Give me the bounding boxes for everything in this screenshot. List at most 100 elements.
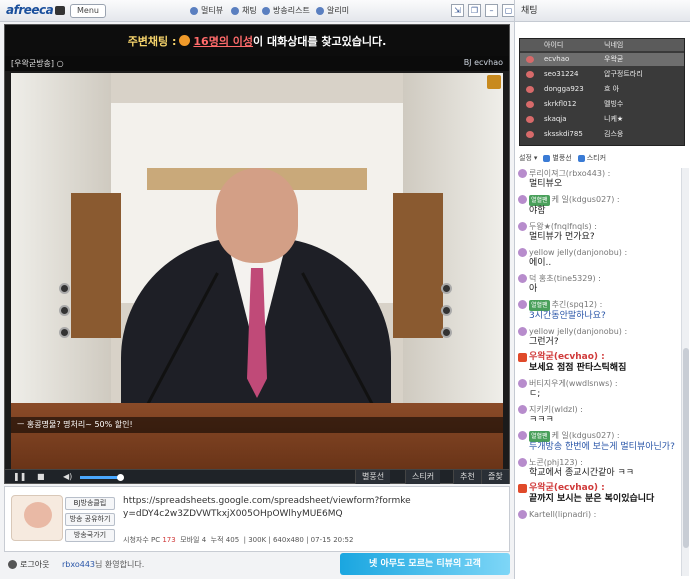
window-controls: ⇲ ❐ – ▢ <box>451 4 515 17</box>
user-list-row[interactable]: seo31224 압구정트라리 <box>520 68 684 81</box>
pin-icon[interactable]: ⇲ <box>451 4 464 17</box>
chat-text: 야함 <box>529 206 546 216</box>
balloon-icon <box>543 154 551 162</box>
chat-text: ㅋㅋㅋ <box>529 415 554 425</box>
chat-text: 에이.. <box>529 258 552 268</box>
chat-message: 열혈팬 케 일(kdgus027) : 두개방송 한번에 보는게 멀티뷰아닌가? <box>517 430 681 453</box>
nav-alarm[interactable]: 알리미 <box>316 5 349 16</box>
broadcast-stats: 시청자수 PC 173 모바일 4 누적 405 | 300K | 640x48… <box>123 536 354 544</box>
chat-text: 그런거? <box>529 337 559 347</box>
user-grade-icon <box>518 484 527 493</box>
user-icon <box>526 86 534 93</box>
multiview-icon <box>190 6 198 15</box>
chat-sender[interactable]: yellow jelly(danjonobu) : <box>529 326 681 337</box>
user-list-row[interactable]: sksskdi785 김스웅 <box>520 128 684 141</box>
chat-scrollbar[interactable] <box>681 168 689 576</box>
chat-text: 3시간동안말하나요? <box>529 311 606 321</box>
minimize-icon[interactable]: – <box>485 4 498 17</box>
pause-icon[interactable]: ❚❚ <box>13 471 26 483</box>
lock-icon[interactable] <box>487 75 501 89</box>
user-grade-icon <box>518 379 527 388</box>
nearby-chat-ticker[interactable]: 주변채팅 : 16명의 이성 이 대화상대를 찾고있습니다. <box>5 25 509 56</box>
user-grade-icon <box>518 300 527 309</box>
chat-message: Kartell(lipnadri) : <box>517 509 681 520</box>
speaker-dial <box>441 283 452 294</box>
user-grade-icon <box>518 195 527 204</box>
chat-settings-button[interactable]: 설정 ▾ <box>519 153 537 163</box>
user-icon <box>526 101 534 108</box>
chat-sender[interactable]: 루리이져그(rbxo443) : <box>529 168 681 179</box>
restore-icon[interactable]: ❐ <box>468 4 481 17</box>
chat-sender[interactable]: 열혈팬 케 일(kdgus027) : <box>529 430 681 442</box>
chat-sender[interactable]: 노콘(phj123) : <box>529 457 681 468</box>
alarm-icon <box>316 6 324 15</box>
chat-star-balloon-button[interactable]: 별풍선 <box>543 153 572 163</box>
chat-text: 끝까지 보시는 분은 복이있습니다 <box>529 494 655 504</box>
chat-message: 덕 홍초(tine5329) :아 <box>517 273 681 295</box>
chat-sender[interactable]: Kartell(lipnadri) : <box>529 509 681 520</box>
avatar-face <box>24 502 52 528</box>
chat-sender[interactable]: 우왁굳(ecvhao) : <box>529 483 681 494</box>
user-id: ecvhao <box>544 55 570 63</box>
chat-user-list[interactable]: 아이디 닉네임 ecvhao 우왁굳 seo31224 압구정트라리 dongga923… <box>519 38 685 146</box>
bj-avatar[interactable] <box>11 495 63 541</box>
stop-icon[interactable]: ■ <box>37 471 45 483</box>
menu-button[interactable]: Menu <box>70 4 106 18</box>
chat-message: 열혈팬 케 일(kdgus027) : 야함 <box>517 194 681 217</box>
go-station-button[interactable]: 방송국가기 <box>65 529 115 542</box>
chat-message: 루리이져그(rbxo443) : 멀티뷰오 <box>517 168 681 190</box>
chat-sender[interactable]: 버티지우게(wwdlsnws) : <box>529 378 681 389</box>
user-list-row[interactable]: dongga923 흐 아 <box>520 83 684 96</box>
user-list-row[interactable]: skrkfl012 멜빙수 <box>520 98 684 111</box>
bj-clip-button[interactable]: BJ방송클립 <box>65 497 115 510</box>
volume-slider[interactable] <box>80 474 124 481</box>
broadcast-title: [우왁굳방송] ○ <box>11 59 64 68</box>
user-icon <box>526 116 534 123</box>
chat-sender[interactable]: 지키키(wldzl) : <box>529 404 681 415</box>
chat-icon <box>231 6 239 15</box>
app-logo[interactable]: afreeca <box>6 3 66 17</box>
chat-sender[interactable]: 열혈팬 케 일(kdgus027) : <box>529 194 681 206</box>
chat-sender[interactable]: 두왕★(fnqlfnqls) : <box>529 221 681 232</box>
broadcast-url[interactable]: https://spreadsheets.google.com/spreadsh… <box>123 495 413 521</box>
chat-sender[interactable]: yellow jelly(danjonobu) : <box>529 247 681 258</box>
recommend-button[interactable]: 추천 <box>453 470 481 484</box>
volume-icon[interactable]: ◀) <box>63 471 72 483</box>
chat-log[interactable]: 루리이져그(rbxo443) : 멀티뷰오 열혈팬 케 일(kdgus027) : 야함… <box>517 168 681 576</box>
nav-broadcast-list[interactable]: 방송리스트 <box>262 5 310 16</box>
user-list-row[interactable]: skaqja 니케★ <box>520 113 684 126</box>
nav-multiview[interactable]: 멀티뷰 <box>190 5 223 16</box>
chat-panel: 채팅 아이디 닉네임 ecvhao 우왁굳 seo31224 압구정트라리 dongga… <box>514 0 690 579</box>
volume-knob[interactable] <box>116 474 124 481</box>
user-id: seo31224 <box>544 70 579 78</box>
chat-sender[interactable]: 열혈팬 추긴(spq12) : <box>529 299 681 311</box>
star-balloon-button[interactable]: 별풍선 <box>355 470 391 484</box>
logout-button[interactable]: 로그아웃 <box>8 559 49 570</box>
speaker-dial <box>59 327 70 338</box>
scrollbar-thumb[interactable] <box>683 348 689 548</box>
user-nick: 우왁굳 <box>604 55 624 63</box>
power-icon <box>8 560 17 569</box>
user-list-row[interactable]: ecvhao 우왁굳 <box>520 53 684 66</box>
nav-chat[interactable]: 채팅 <box>231 5 257 16</box>
list-icon <box>262 6 270 15</box>
sticker-icon <box>577 154 585 162</box>
video-frame[interactable] <box>11 73 503 469</box>
ad-banner[interactable]: 넷 아무도 모르는 티뷰의 고객 <box>340 553 510 575</box>
chat-sender[interactable]: 덕 홍초(tine5329) : <box>529 273 681 284</box>
tv-icon <box>55 6 66 15</box>
sticker-button[interactable]: 스티커 <box>405 470 441 484</box>
favorite-button[interactable]: 즐찾 <box>481 470 509 484</box>
user-grade-icon <box>518 327 527 336</box>
chat-sender[interactable]: 우왁굳(ecvhao) : <box>529 352 681 363</box>
share-broadcast-button[interactable]: 방송 공유하기 <box>65 513 115 526</box>
user-id: skrkfl012 <box>544 100 577 108</box>
chat-header: 채팅 <box>515 0 690 22</box>
video-caption: ㅡ 홍콩명물? 명처리~ 50% 할인! <box>11 417 503 433</box>
ticker-highlight-link[interactable]: 16명의 이성 <box>193 33 253 49</box>
user-nick: 멜빙수 <box>604 100 624 108</box>
chat-sticker-button[interactable]: 스티커 <box>577 153 606 163</box>
user-nick: 압구정트라리 <box>604 70 643 78</box>
fan-badge: 열혈팬 <box>529 195 550 206</box>
user-grade-icon <box>518 222 527 231</box>
